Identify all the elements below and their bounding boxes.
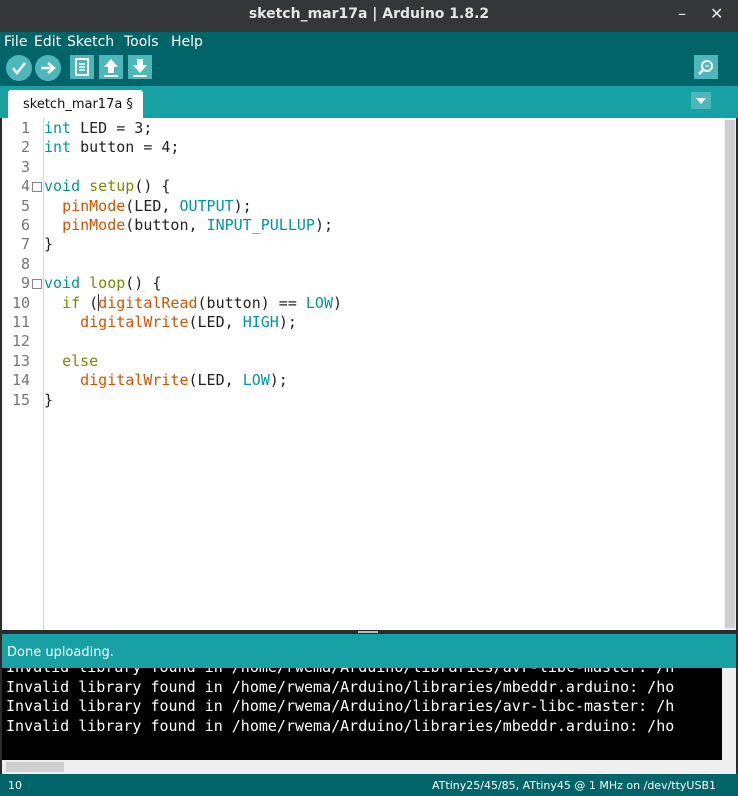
line-number: 8	[20, 254, 30, 273]
new-file-icon	[75, 58, 89, 76]
console-output[interactable]: Invalid library found in /home/rwema/Ard…	[2, 668, 722, 760]
code-editor[interactable]: 1 int LED = 3; 2 int button = 4; 3 4 void setu…	[2, 118, 724, 630]
code-line: if (digitalRead(button) == LOW)	[62, 293, 343, 312]
minimize-button[interactable]: –	[678, 4, 686, 23]
code-line: }	[44, 235, 54, 254]
current-line-number: 10	[8, 779, 22, 792]
line-number: 7	[20, 235, 30, 254]
code-line: pinMode(LED, OUTPUT);	[62, 196, 252, 215]
chevron-down-icon	[696, 98, 706, 104]
line-number: 1	[20, 119, 30, 137]
code-line: digitalWrite(LED, LOW);	[80, 371, 288, 390]
verify-button[interactable]	[6, 55, 32, 81]
tab-row: sketch_mar17a §	[0, 86, 738, 118]
code-line: pinMode(button, INPUT_PULLUP);	[62, 216, 333, 234]
code-line: digitalWrite(LED, HIGH);	[80, 313, 297, 331]
menu-tools[interactable]: Tools	[124, 34, 159, 50]
editor-scroll-thumb[interactable]	[725, 120, 735, 628]
code-line: void loop() {	[44, 274, 162, 293]
down-arrow-icon	[133, 59, 147, 77]
line-number: 6	[20, 216, 30, 234]
serial-monitor-button[interactable]	[694, 55, 718, 79]
line-number: 2	[20, 138, 30, 157]
fold-toggle-icon[interactable]	[32, 279, 42, 290]
status-bar: Done uploading.	[2, 634, 736, 668]
line-number: 3	[20, 157, 30, 176]
menu-bar: File Edit Sketch Tools Help	[0, 32, 738, 52]
console-line: Invalid library found in /home/rwema/Ard…	[6, 697, 675, 715]
code-line: }	[44, 390, 54, 409]
save-button[interactable]	[128, 55, 152, 79]
menu-file[interactable]: File	[4, 34, 27, 50]
line-number: 10	[11, 293, 30, 312]
toolbar	[0, 52, 738, 86]
line-number: 4	[20, 177, 30, 196]
line-number: 12	[11, 332, 30, 351]
fold-toggle-icon[interactable]	[32, 182, 42, 193]
divider-grip[interactable]	[358, 631, 378, 633]
window-title: sketch_mar17a | Arduino 1.8.2	[248, 6, 490, 22]
close-button[interactable]: ✕	[710, 4, 723, 23]
title-bar: sketch_mar17a | Arduino 1.8.2 – ✕	[0, 0, 738, 32]
tab-menu-button[interactable]	[691, 92, 711, 109]
console-horizontal-scrollbar[interactable]	[2, 760, 736, 774]
line-number: 15	[11, 390, 30, 409]
text-caret	[98, 293, 99, 311]
menu-help[interactable]: Help	[171, 34, 203, 50]
up-arrow-icon	[104, 59, 118, 77]
code-line: void setup() {	[44, 177, 171, 196]
tab-sketch[interactable]: sketch_mar17a §	[8, 90, 143, 118]
line-number: 13	[11, 351, 30, 370]
open-button[interactable]	[99, 55, 123, 79]
upload-button[interactable]	[35, 55, 61, 81]
checkmark-icon	[12, 62, 26, 76]
console-line: Invalid library found in /home/rwema/Ard…	[6, 716, 675, 735]
editor-vertical-scrollbar[interactable]	[724, 118, 736, 630]
right-arrow-icon	[41, 62, 56, 74]
console-scroll-thumb[interactable]	[6, 762, 64, 772]
code-line: else	[62, 351, 99, 370]
new-button[interactable]	[70, 55, 94, 79]
menu-sketch[interactable]: Sketch	[67, 34, 114, 50]
console-vertical-scrollbar[interactable]	[722, 668, 736, 760]
line-number: 5	[20, 196, 30, 215]
status-message: Done uploading.	[7, 645, 114, 660]
code-line: int LED = 3;	[44, 119, 153, 137]
line-number: 9	[20, 274, 30, 293]
console-line: Invalid library found in /home/rwema/Ard…	[6, 677, 675, 696]
line-number: 11	[11, 313, 30, 331]
board-info: ATtiny25/45/85, ATtiny45 @ 1 MHz on /dev…	[432, 779, 716, 792]
tab-label: sketch_mar17a §	[23, 97, 133, 112]
menu-edit[interactable]: Edit	[34, 34, 61, 50]
console-line: Invalid library found in /home/rwema/Ard…	[6, 668, 674, 676]
line-number: 14	[11, 371, 30, 390]
footer-bar: 10 ATtiny25/45/85, ATtiny45 @ 1 MHz on /…	[0, 774, 738, 796]
magnifier-icon	[698, 60, 713, 75]
code-line: int button = 4;	[44, 138, 180, 157]
